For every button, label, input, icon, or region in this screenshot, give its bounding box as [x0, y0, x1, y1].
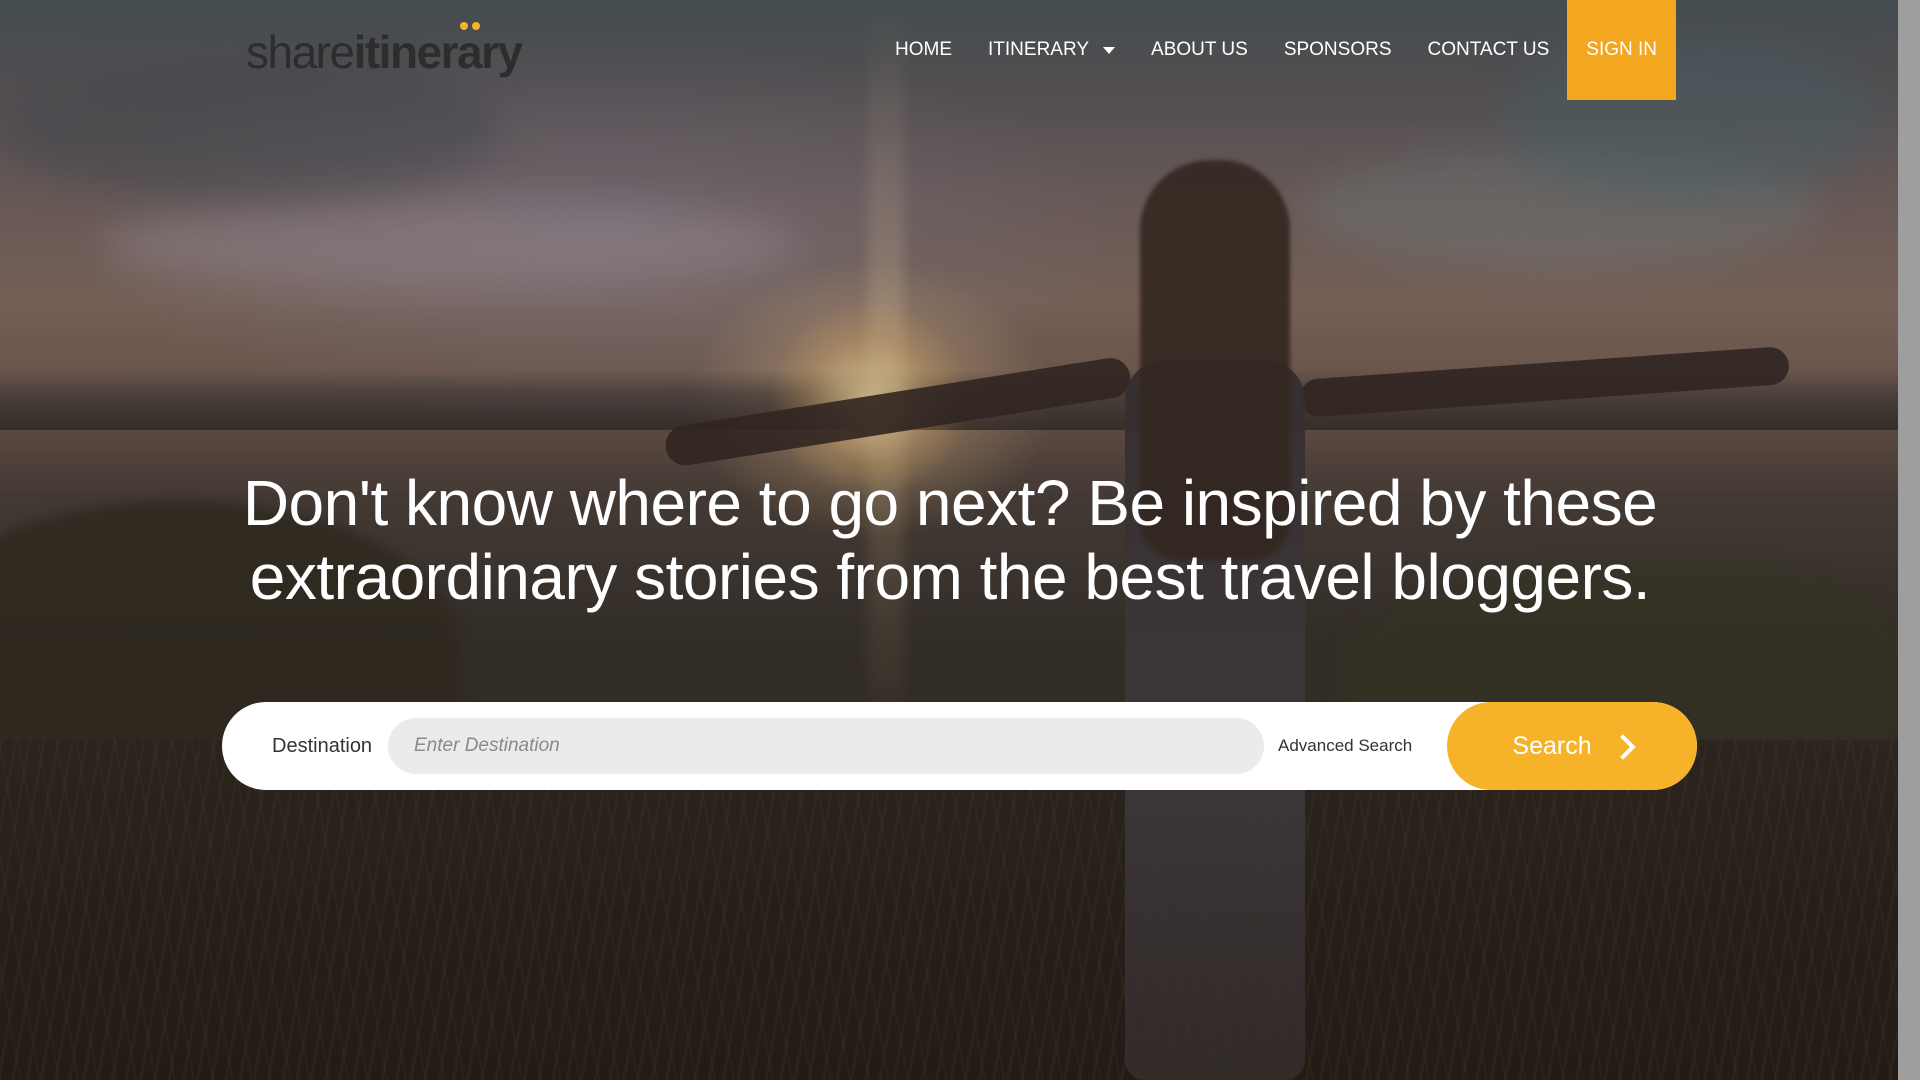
- destination-label: Destination: [272, 734, 373, 757]
- nav-item-label: ABOUT US: [1151, 39, 1248, 60]
- sign-in-button[interactable]: SIGN IN: [1567, 0, 1676, 100]
- main-nav: HOME ITINERARY ABOUT US SPONSORS CONTACT…: [877, 0, 1676, 100]
- logo-text-share: share: [246, 26, 355, 78]
- nav-item-label: SPONSORS: [1283, 39, 1392, 60]
- page-scrollbar[interactable]: [1898, 0, 1920, 1080]
- hero-headline: Don't know where to go next? Be inspired…: [242, 467, 1658, 613]
- logo-dots-icon: [459, 22, 480, 30]
- site-header: shareitinerary HOME ITINERARY ABOUT US S…: [0, 0, 1898, 100]
- nav-item-about-us[interactable]: ABOUT US: [1133, 0, 1266, 100]
- nav-item-label: CONTACT US: [1427, 39, 1550, 60]
- nav-item-itinerary[interactable]: ITINERARY: [970, 0, 1133, 100]
- caret-down-icon: [1103, 46, 1116, 54]
- destination-input[interactable]: [388, 718, 1264, 774]
- search-bar: Destination Advanced Search Search: [222, 702, 1697, 790]
- sign-in-label: SIGN IN: [1586, 39, 1657, 60]
- logo-text-itinerary: itinerary: [354, 22, 523, 78]
- nav-item-sponsors[interactable]: SPONSORS: [1266, 0, 1410, 100]
- nav-item-contact-us[interactable]: CONTACT US: [1410, 0, 1568, 100]
- page: shareitinerary HOME ITINERARY ABOUT US S…: [0, 0, 1920, 1080]
- nav-item-label: ITINERARY: [988, 39, 1090, 60]
- search-button[interactable]: Search: [1447, 702, 1697, 790]
- nav-item-label: HOME: [895, 39, 953, 60]
- chevron-right-icon: [1609, 734, 1636, 760]
- site-logo[interactable]: shareitinerary: [246, 22, 523, 78]
- search-button-label: Search: [1512, 731, 1592, 760]
- advanced-search-link[interactable]: Advanced Search: [1278, 702, 1412, 790]
- nav-item-home[interactable]: HOME: [877, 0, 970, 100]
